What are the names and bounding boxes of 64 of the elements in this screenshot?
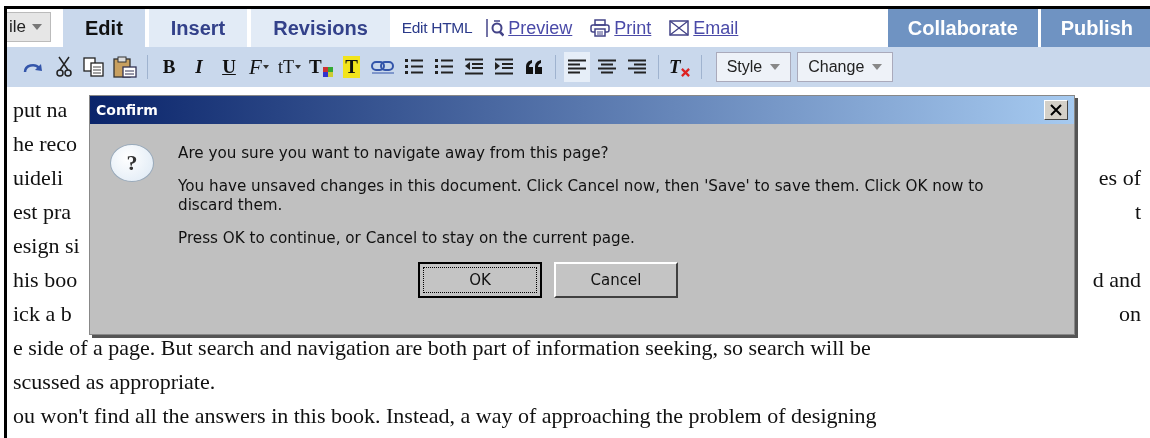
document-text: on (1119, 301, 1141, 327)
document-text: t (1134, 199, 1141, 225)
x-mark-icon (681, 68, 691, 77)
edit-html-link[interactable]: Edit HTML (401, 19, 473, 37)
dialog-button[interactable]: Cancel (554, 262, 678, 298)
dialog-message: You have unsaved changes in this document. Click Cancel now, then 'Save' to save them. Click OK now to discard them. (178, 177, 985, 215)
document-text: est pra (13, 199, 72, 225)
italic-button[interactable]: I (186, 52, 212, 82)
document-text: d and (1092, 267, 1141, 293)
file-menu-button[interactable]: ile (7, 12, 51, 42)
dialog-title: Confirm (96, 102, 158, 118)
bold-button[interactable]: B (156, 52, 182, 82)
envelope-icon (669, 20, 690, 36)
indent-icon (493, 58, 514, 76)
highlight-button[interactable]: T (338, 52, 365, 82)
toolbar-link[interactable]: Preview (508, 17, 573, 39)
quote-icon (524, 60, 543, 74)
bullet-list-icon (433, 58, 454, 76)
document-text: his boo (13, 267, 78, 293)
close-button[interactable] (1044, 100, 1068, 120)
underline-button[interactable]: U (216, 52, 242, 82)
outdent-icon (463, 58, 484, 76)
numbered-list-icon (403, 58, 424, 76)
caret-icon (295, 65, 301, 69)
document-text: es of (1098, 165, 1141, 191)
color-swatch-icon (322, 67, 333, 77)
dialog-button[interactable]: OK (418, 262, 542, 298)
scissors-icon (56, 56, 72, 78)
chain-link-icon (370, 60, 395, 74)
document-text: scussed as appropriate. (13, 369, 216, 395)
caret-icon (32, 24, 42, 30)
magnifier-icon (486, 18, 505, 38)
clear-format-button[interactable]: T (666, 52, 693, 82)
document-text: ou won't find all the answers in this book. Instead, a way of approaching the problem of designing (13, 403, 877, 429)
document-text: esign si (13, 233, 80, 259)
document-text: e side of a page. But search and navigation are both part of information seeking, so search will be (13, 335, 871, 361)
tab[interactable]: Revisions (251, 9, 390, 47)
document-text: ick a b (13, 301, 72, 327)
question-bubble-icon: ? (110, 144, 154, 182)
align-center-icon (596, 59, 617, 75)
toolbar-link[interactable]: Email (693, 17, 739, 39)
document-text: put na (13, 97, 68, 123)
copy-icon (83, 57, 105, 77)
dropdown-button[interactable]: Style (715, 52, 792, 82)
tab[interactable]: Edit (63, 9, 145, 47)
document-text: he reco (13, 131, 78, 157)
dialog-message: Are you sure you want to navigate away from this page? (178, 144, 610, 163)
text-color-button[interactable]: T (307, 52, 335, 82)
document-text: uideli (13, 165, 64, 191)
toolbar-link[interactable]: Print (614, 17, 652, 39)
clipboard-icon (113, 56, 137, 78)
tab[interactable]: Insert (148, 9, 248, 47)
size-button[interactable]: tT (276, 52, 303, 82)
align-left-icon (566, 59, 587, 75)
dialog-message: Press OK to continue, or Cancel to stay on the current page. (178, 229, 636, 248)
close-icon (1050, 104, 1062, 116)
dropdown-button[interactable]: Change (797, 52, 894, 82)
align-right-icon (626, 59, 647, 75)
caret-icon (872, 64, 883, 70)
caret-icon (262, 65, 269, 69)
printer-icon (590, 19, 611, 37)
font-button[interactable]: F (246, 52, 272, 82)
align-left-button[interactable] (563, 52, 590, 82)
caret-icon (770, 64, 781, 70)
